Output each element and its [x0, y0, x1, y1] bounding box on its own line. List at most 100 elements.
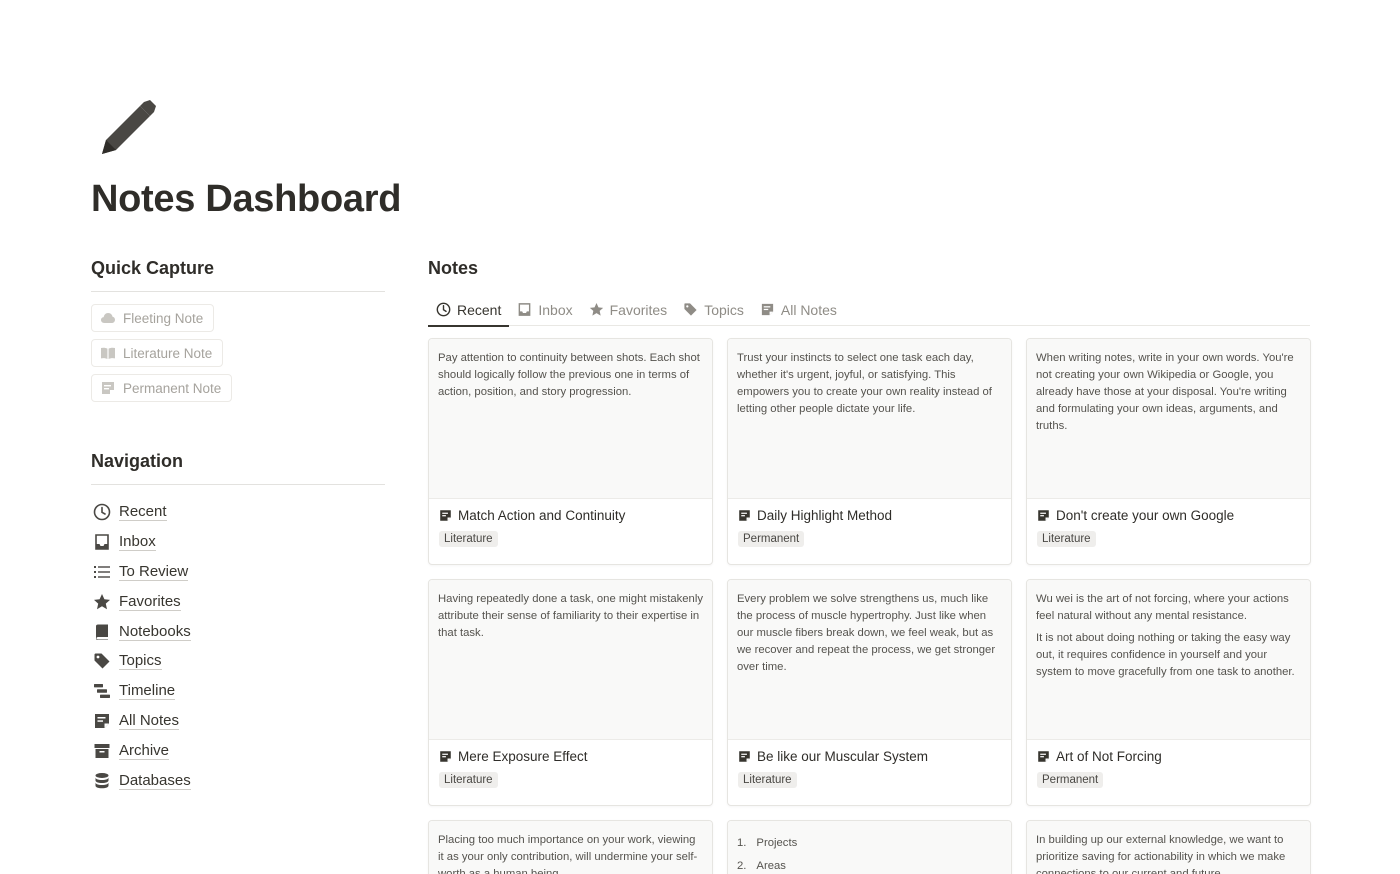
sticky-note-icon: [739, 751, 750, 762]
notes-gallery: Pay attention to continuity between shot…: [428, 338, 1311, 874]
card-preview: Pay attention to continuity between shot…: [429, 339, 712, 499]
tab-recent[interactable]: Recent: [428, 293, 510, 327]
card-preview: Placing too much importance on your work…: [429, 821, 712, 874]
card-title-text: Don't create your own Google: [1056, 508, 1235, 523]
fleeting-note-label: Fleeting Note: [123, 310, 204, 326]
sticky-note-icon: [95, 714, 109, 729]
preview-text: In building up our external knowledge, w…: [1036, 834, 1286, 874]
quick-capture-section: Quick Capture Fleeting Note Literature N…: [91, 258, 385, 402]
nav-item-all-notes[interactable]: All Notes: [91, 706, 385, 736]
nav-item-timeline[interactable]: Timeline: [91, 676, 385, 706]
tab-label: All Notes: [780, 301, 837, 318]
tab-label: Inbox: [538, 301, 573, 318]
tag-icon: [94, 653, 110, 669]
sticky-note-icon: [440, 751, 451, 762]
tab-topics[interactable]: Topics: [675, 293, 752, 326]
fleeting-note-button[interactable]: Fleeting Note: [91, 304, 215, 332]
card-preview: Trust your instincts to select one task …: [728, 339, 1011, 499]
note-card[interactable]: When writing notes, write in your own wo…: [1026, 338, 1311, 565]
sticky-note-icon: [440, 510, 451, 521]
nav-item-label: Topics: [119, 652, 162, 671]
card-title: Match Action and Continuity: [439, 508, 702, 523]
literature-note-button[interactable]: Literature Note: [91, 339, 224, 367]
preview-text: Trust your instincts to select one task …: [737, 352, 992, 415]
card-title: Be like our Muscular System: [738, 749, 1001, 764]
navigation-section: Navigation Recent Inbox To Review Favori…: [91, 451, 385, 796]
card-preview: In building up our external knowledge, w…: [1027, 821, 1310, 874]
card-preview: When writing notes, write in your own wo…: [1027, 339, 1310, 499]
nav-item-label: Archive: [119, 742, 170, 761]
notebook-icon: [96, 624, 108, 640]
nav-item-label: Notebooks: [119, 622, 191, 641]
cloud-icon: [101, 313, 115, 323]
note-type-tag: Permanent: [1037, 772, 1104, 788]
note-card[interactable]: Placing too much importance on your work…: [428, 820, 713, 874]
pencil-icon: [102, 100, 156, 154]
preview-text: It is not about doing nothing or taking …: [1036, 632, 1295, 678]
note-type-tag: Literature: [1037, 531, 1096, 547]
card-preview: Every problem we solve strengthens us, m…: [728, 580, 1011, 740]
tab-label: Recent: [457, 301, 502, 318]
card-title: Art of Not Forcing: [1037, 749, 1300, 764]
nav-item-inbox[interactable]: Inbox: [91, 527, 385, 557]
note-type-tag: Literature: [439, 531, 498, 547]
preview-list: 1. Projects 2. Areas: [737, 832, 1003, 874]
nav-item-label: To Review: [119, 562, 189, 581]
star-icon: [94, 593, 110, 609]
note-card[interactable]: Wu wei is the art of not forcing, where …: [1026, 579, 1311, 806]
tab-inbox[interactable]: Inbox: [509, 293, 580, 326]
note-card[interactable]: Having repeatedly done a task, one might…: [428, 579, 713, 806]
permanent-note-label: Permanent Note: [123, 380, 222, 396]
left-column: Quick Capture Fleeting Note Literature N…: [91, 258, 385, 796]
note-card[interactable]: Pay attention to continuity between shot…: [428, 338, 713, 565]
list-item: 2. Areas: [737, 855, 1003, 874]
card-preview: 1. Projects 2. Areas: [728, 821, 1011, 874]
card-title-text: Mere Exposure Effect: [458, 749, 588, 764]
permanent-note-button[interactable]: Permanent Note: [91, 374, 233, 402]
tab-favorites[interactable]: Favorites: [581, 293, 676, 326]
list-icon: [94, 565, 110, 578]
sticky-note-icon: [1038, 751, 1049, 762]
inbox-icon: [519, 303, 531, 316]
card-title-text: Daily Highlight Method: [757, 508, 893, 523]
nav-item-label: All Notes: [119, 712, 180, 731]
quick-capture-heading: Quick Capture: [91, 258, 385, 292]
sticky-note-icon: [102, 382, 114, 394]
note-card[interactable]: 1. Projects 2. Areas: [727, 820, 1012, 874]
note-type-tag: Literature: [439, 772, 498, 788]
note-type-tag: Literature: [738, 772, 797, 788]
list-number: 1.: [737, 837, 747, 849]
nav-item-notebooks[interactable]: Notebooks: [91, 617, 385, 647]
list-text: Areas: [756, 860, 786, 872]
tab-all-notes[interactable]: All Notes: [752, 293, 845, 326]
database-icon: [95, 772, 109, 789]
nav-item-archive[interactable]: Archive: [91, 736, 385, 766]
sticky-note-icon: [1038, 510, 1049, 521]
nav-item-label: Favorites: [119, 592, 181, 611]
note-card[interactable]: In building up our external knowledge, w…: [1026, 820, 1311, 874]
star-icon: [589, 302, 603, 316]
nav-item-label: Recent: [119, 502, 167, 521]
card-title-text: Be like our Muscular System: [757, 749, 929, 764]
list-item: 1. Projects: [737, 832, 1003, 855]
clock-icon: [93, 503, 111, 521]
nav-item-favorites[interactable]: Favorites: [91, 587, 385, 617]
nav-item-label: Timeline: [119, 682, 176, 701]
inbox-icon: [95, 534, 109, 550]
timeline-icon: [94, 684, 110, 699]
note-card[interactable]: Trust your instincts to select one task …: [727, 338, 1012, 565]
notes-section: Notes Recent Inbox Favorites Topics All …: [428, 258, 1311, 874]
preview-text: When writing notes, write in your own wo…: [1036, 352, 1294, 432]
card-title: Mere Exposure Effect: [439, 749, 702, 764]
nav-item-label: Inbox: [119, 532, 156, 551]
note-card[interactable]: Every problem we solve strengthens us, m…: [727, 579, 1012, 806]
nav-item-to-review[interactable]: To Review: [91, 557, 385, 587]
preview-text: Wu wei is the art of not forcing, where …: [1036, 593, 1289, 622]
preview-text: Having repeatedly done a task, one might…: [438, 593, 703, 639]
nav-item-recent[interactable]: Recent: [91, 497, 385, 527]
nav-item-topics[interactable]: Topics: [91, 646, 385, 676]
sticky-note-icon: [739, 510, 750, 521]
archive-icon: [94, 744, 110, 759]
card-title: Daily Highlight Method: [738, 508, 1001, 523]
nav-item-databases[interactable]: Databases: [91, 766, 385, 796]
